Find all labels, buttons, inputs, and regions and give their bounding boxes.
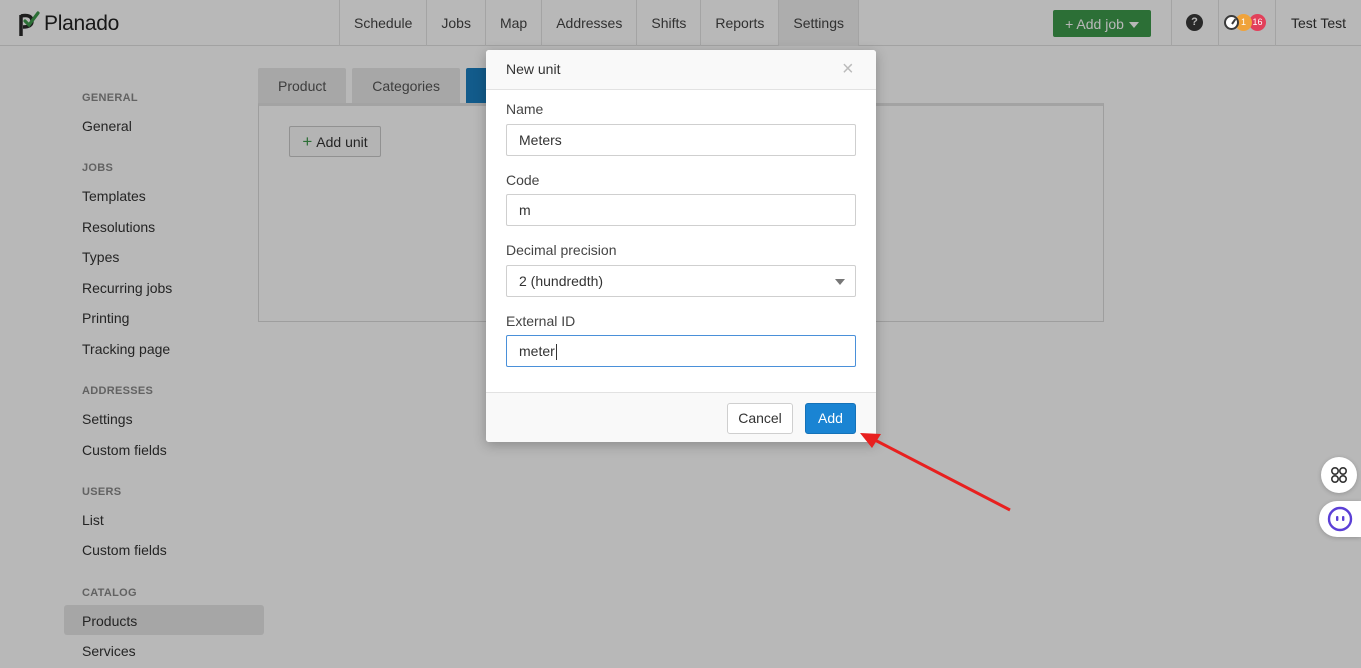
decimal-precision-value: 2 (hundredth): [519, 273, 604, 289]
code-input[interactable]: m: [506, 194, 856, 226]
chat-assistant-button[interactable]: [1319, 501, 1361, 537]
decimal-precision-label: Decimal precision: [506, 242, 617, 258]
dialog-header: New unit ×: [486, 50, 876, 90]
code-label: Code: [506, 172, 540, 188]
dialog-footer: Cancel Add: [486, 392, 876, 442]
chat-bot-icon: [1327, 506, 1353, 532]
chevron-down-icon: [835, 279, 845, 285]
apps-grid-icon: [1331, 467, 1347, 483]
cancel-button[interactable]: Cancel: [727, 403, 793, 434]
annotation-arrow: [860, 433, 1011, 512]
clock-icon: [1224, 15, 1239, 30]
close-icon[interactable]: ×: [842, 59, 854, 79]
new-unit-dialog: New unit × Name Meters Code m Decimal pr…: [486, 50, 876, 442]
decimal-precision-select[interactable]: 2 (hundredth): [506, 265, 856, 297]
text-cursor: [555, 344, 557, 361]
name-label: Name: [506, 101, 544, 117]
external-id-label: External ID: [506, 313, 576, 329]
add-button[interactable]: Add: [805, 403, 856, 434]
name-input[interactable]: Meters: [506, 124, 856, 156]
external-id-value: meter: [519, 343, 555, 359]
external-id-input[interactable]: meter: [506, 335, 856, 367]
dialog-title: New unit: [506, 61, 561, 77]
apps-widget-button[interactable]: [1321, 457, 1357, 493]
